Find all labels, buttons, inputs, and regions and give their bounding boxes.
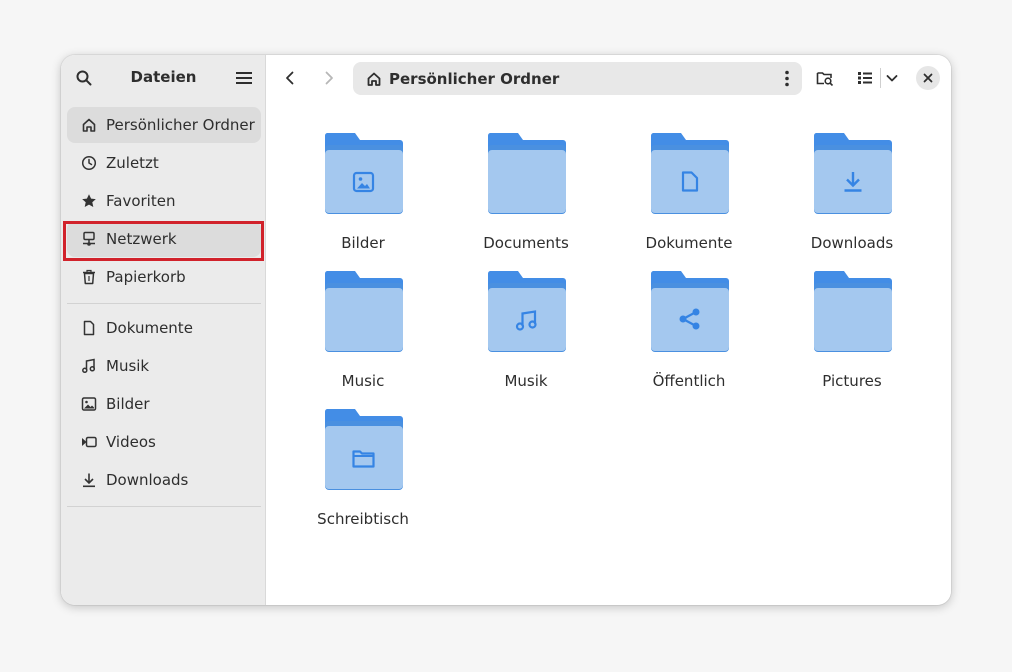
- folder-icon: [813, 133, 892, 214]
- folder-icon: [324, 271, 403, 352]
- file-manager-window: Dateien Persönlicher Ordner Zuletzt Favo…: [61, 55, 951, 605]
- folder-item[interactable]: Dokumente: [619, 133, 759, 263]
- chevron-right-icon: [325, 71, 333, 85]
- location-bar[interactable]: Persönlicher Ordner: [353, 62, 802, 95]
- main-content: Persönlicher Ordner Bilder Documents Dok…: [266, 55, 951, 605]
- video-icon: [81, 434, 97, 450]
- download-icon: [81, 472, 97, 488]
- folder-name: Music: [341, 372, 385, 390]
- image-icon: [81, 396, 97, 412]
- sidebar-item-recent[interactable]: Zuletzt: [67, 145, 261, 181]
- main-menu-button[interactable]: [228, 62, 260, 94]
- sidebar-item-label: Bilder: [106, 395, 150, 413]
- hamburger-menu-icon: [236, 72, 252, 84]
- list-view-icon: [858, 72, 872, 84]
- sidebar-divider: [67, 303, 261, 304]
- sidebar-item-label: Papierkorb: [106, 268, 186, 286]
- folder-icon: [324, 133, 403, 214]
- folder-item[interactable]: Öffentlich: [619, 271, 759, 401]
- folder-icon: [487, 271, 566, 352]
- sidebar-item-starred[interactable]: Favoriten: [67, 183, 261, 219]
- forward-button[interactable]: [313, 62, 345, 94]
- folder-item[interactable]: Pictures: [782, 271, 922, 401]
- music-icon: [81, 358, 97, 374]
- folder-name: Downloads: [810, 234, 894, 252]
- folder-search-icon: [816, 72, 834, 86]
- sidebar-item-label: Videos: [106, 433, 156, 451]
- folder-item[interactable]: Schreibtisch: [293, 409, 433, 539]
- sidebar-item-label: Downloads: [106, 471, 189, 489]
- folder-item[interactable]: Documents: [456, 133, 596, 263]
- folder-name: Documents: [483, 234, 569, 252]
- sidebar-item-label: Musik: [106, 357, 150, 375]
- chevron-down-icon: [886, 75, 898, 82]
- folder-icon: [650, 271, 729, 352]
- folder-icon: [324, 409, 403, 490]
- sidebar-header: Dateien: [61, 55, 266, 101]
- sidebar-divider: [67, 506, 261, 507]
- close-button[interactable]: [916, 66, 940, 90]
- network-icon: [81, 231, 97, 247]
- back-button[interactable]: [274, 62, 306, 94]
- sidebar-item-label: Netzwerk: [106, 230, 177, 248]
- sidebar: Dateien Persönlicher Ordner Zuletzt Favo…: [61, 55, 266, 605]
- sidebar-item-label: Favoriten: [106, 192, 176, 210]
- chevron-left-icon: [286, 71, 294, 85]
- folder-item[interactable]: Musik: [456, 271, 596, 401]
- sidebar-item-videos[interactable]: Videos: [67, 424, 261, 460]
- clock-icon: [81, 155, 97, 171]
- kebab-menu-icon[interactable]: [784, 70, 790, 87]
- folder-icon: [650, 133, 729, 214]
- folder-name: Schreibtisch: [317, 510, 409, 528]
- location-label: Persönlicher Ordner: [389, 69, 560, 88]
- trash-icon: [81, 269, 97, 285]
- sidebar-item-documents[interactable]: Dokumente: [67, 310, 261, 346]
- home-icon: [366, 71, 382, 87]
- folder-name: Musik: [504, 372, 548, 390]
- sidebar-item-label: Persönlicher Ordner: [106, 116, 255, 134]
- close-icon: [923, 73, 933, 83]
- sidebar-item-pictures[interactable]: Bilder: [67, 386, 261, 422]
- folder-name: Dokumente: [645, 234, 733, 252]
- sidebar-item-label: Zuletzt: [106, 154, 159, 172]
- view-options-button[interactable]: [877, 62, 907, 94]
- document-icon: [81, 320, 97, 336]
- folder-item[interactable]: Downloads: [782, 133, 922, 263]
- folder-icon: [487, 133, 566, 214]
- sidebar-item-downloads[interactable]: Downloads: [67, 462, 261, 498]
- folder-name: Öffentlich: [652, 372, 726, 390]
- search-in-folder-button[interactable]: [809, 62, 841, 94]
- sidebar-item-network[interactable]: Netzwerk: [67, 221, 261, 257]
- home-icon: [81, 117, 97, 133]
- folder-item[interactable]: Bilder: [293, 133, 433, 263]
- folder-name: Bilder: [341, 234, 385, 252]
- sidebar-item-label: Dokumente: [106, 319, 193, 337]
- sidebar-item-home[interactable]: Persönlicher Ordner: [67, 107, 261, 143]
- folder-item[interactable]: Music: [293, 271, 433, 401]
- folder-name: Pictures: [822, 372, 882, 390]
- sidebar-item-trash[interactable]: Papierkorb: [67, 259, 261, 295]
- sidebar-item-music[interactable]: Musik: [67, 348, 261, 384]
- star-icon: [81, 193, 97, 209]
- folder-icon: [813, 271, 892, 352]
